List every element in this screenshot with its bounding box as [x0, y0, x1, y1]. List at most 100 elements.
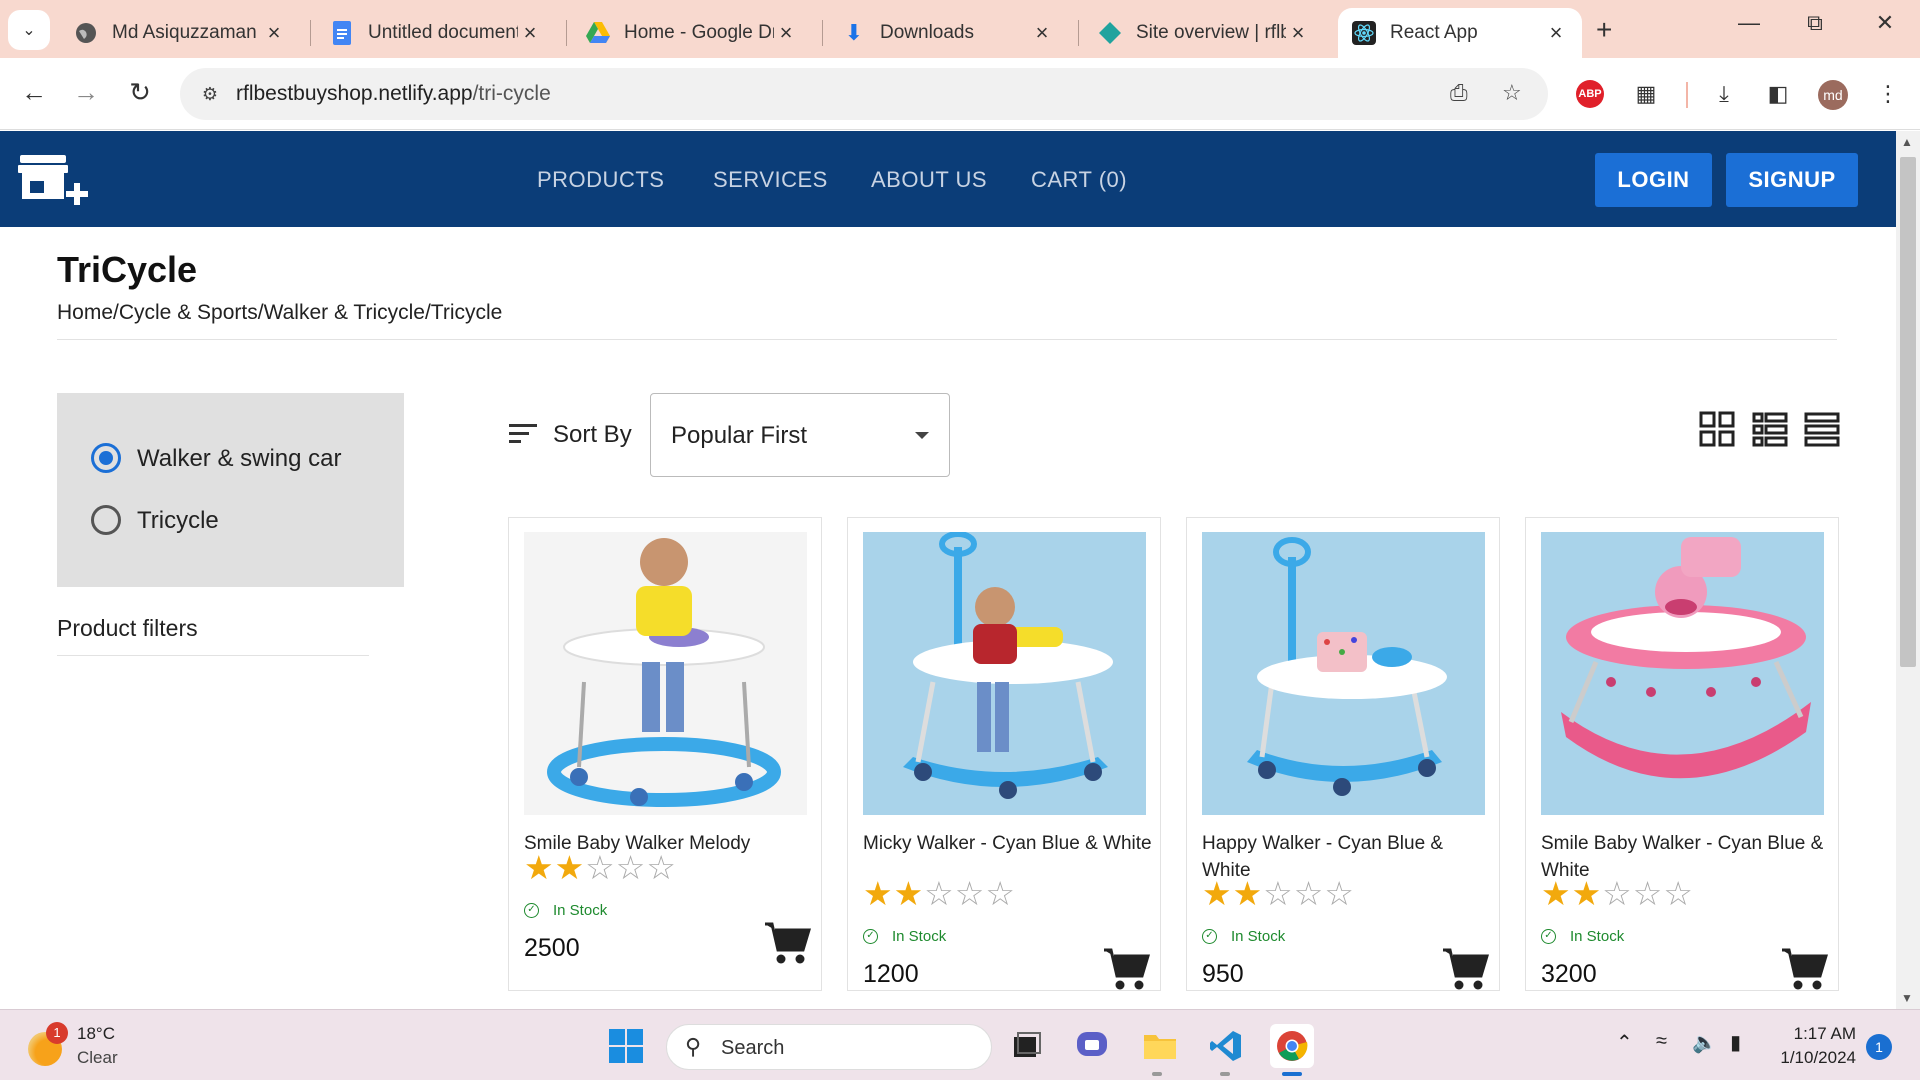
tab-title: Home - Google Dr	[624, 22, 774, 43]
forward-icon[interactable]: →	[66, 72, 106, 112]
taskbar-search-label: Search	[721, 1037, 785, 1059]
side-panel-icon[interactable]: ◧	[1762, 78, 1794, 110]
close-icon[interactable]: ×	[1030, 20, 1054, 46]
tab-title: React App	[1390, 22, 1478, 43]
scroll-down-icon[interactable]: ▼	[1901, 991, 1913, 1005]
reload-icon[interactable]: ↻	[120, 72, 160, 112]
minimize-icon[interactable]: —	[1724, 10, 1774, 36]
vscode-icon[interactable]	[1204, 1024, 1248, 1068]
address-bar[interactable]: ⚙ rflbestbuyshop.netlify.app/tri-cycle ⎙…	[180, 68, 1548, 120]
add-to-cart-icon[interactable]	[1441, 946, 1490, 992]
browser-tab[interactable]: Untitled document ×	[316, 8, 556, 58]
url-text[interactable]: rflbestbuyshop.netlify.app/tri-cycle	[236, 82, 551, 106]
product-image[interactable]	[524, 532, 807, 815]
browser-tab[interactable]: ⬇ Downloads ×	[828, 8, 1068, 58]
signup-button[interactable]: SIGNUP	[1726, 153, 1858, 207]
weather-condition[interactable]: Clear	[77, 1048, 118, 1068]
windows-start-icon[interactable]	[604, 1024, 648, 1068]
add-to-cart-icon[interactable]	[1780, 946, 1829, 992]
browser-tab[interactable]: Home - Google Dr ×	[572, 8, 812, 58]
chrome-icon[interactable]	[1270, 1024, 1314, 1068]
page-scrollbar[interactable]: ▲ ▼	[1896, 131, 1920, 1009]
product-card[interactable]: Micky Walker - Cyan Blue & White ★★☆☆☆ ✓…	[847, 517, 1161, 991]
list-view-icon[interactable]	[1752, 411, 1788, 447]
product-image[interactable]	[1202, 532, 1485, 815]
scroll-up-icon[interactable]: ▲	[1901, 135, 1913, 149]
radio-tricycle[interactable]	[91, 505, 121, 535]
store-logo-icon[interactable]	[18, 153, 88, 213]
grid-view-icon[interactable]	[1699, 411, 1735, 447]
taskbar-search[interactable]: ⚲ Search	[666, 1024, 992, 1070]
close-icon[interactable]: ×	[774, 20, 798, 46]
site-header: PRODUCTS SERVICES ABOUT US CART (0) LOGI…	[0, 131, 1896, 227]
add-to-cart-icon[interactable]	[1102, 946, 1151, 992]
compact-list-view-icon[interactable]	[1804, 411, 1840, 447]
downloads-icon[interactable]: ⤓	[1708, 78, 1740, 110]
new-tab-button[interactable]: +	[1596, 14, 1612, 46]
close-icon[interactable]: ×	[1286, 20, 1310, 46]
product-card[interactable]: Happy Walker - Cyan Blue & White ★★☆☆☆ ✓…	[1186, 517, 1500, 991]
docs-icon	[330, 21, 354, 45]
close-icon[interactable]: ×	[262, 20, 286, 46]
windows-taskbar: 1 18°C Clear ⚲ Search ⌃ ≈ 🔈 ▮ 1:17 AM 1/…	[0, 1009, 1920, 1080]
close-icon[interactable]: ×	[518, 20, 542, 46]
site-info-icon[interactable]: ⚙	[196, 80, 224, 108]
extensions-puzzle-icon[interactable]: ▦	[1630, 78, 1662, 110]
tab-title: Untitled document	[368, 22, 518, 43]
radio-walker[interactable]	[91, 443, 121, 473]
breadcrumb[interactable]: Home/Cycle & Sports/Walker & Tricycle/Tr…	[57, 301, 502, 325]
wifi-icon[interactable]: ≈	[1656, 1030, 1667, 1053]
product-image[interactable]	[863, 532, 1146, 815]
product-image[interactable]	[1541, 532, 1824, 815]
rating-stars: ★★☆☆☆	[1541, 875, 1694, 912]
radio-label-walker[interactable]: Walker & swing car	[137, 445, 342, 473]
chrome-menu-icon[interactable]: ⋮	[1872, 78, 1904, 110]
bookmark-star-icon[interactable]: ☆	[1502, 80, 1522, 106]
download-icon: ⬇	[844, 20, 864, 45]
scrollbar-thumb[interactable]	[1900, 157, 1916, 667]
product-name[interactable]: Micky Walker - Cyan Blue & White	[863, 830, 1153, 857]
divider	[57, 339, 1837, 340]
notification-badge[interactable]: 1	[1866, 1034, 1892, 1060]
adblock-plus-icon[interactable]: ABP	[1576, 80, 1604, 108]
window-close-icon[interactable]: ✕	[1860, 10, 1910, 36]
sort-select[interactable]: Popular First	[650, 393, 950, 477]
product-card[interactable]: Smile Baby Walker - Cyan Blue & White ★★…	[1525, 517, 1839, 991]
product-price: 2500	[524, 934, 580, 962]
task-view-icon[interactable]	[1004, 1024, 1048, 1068]
nav-services[interactable]: SERVICES	[713, 167, 828, 193]
browser-tab[interactable]: Md Asiquzzaman ×	[60, 8, 300, 58]
stock-status: ✓ In Stock	[524, 902, 607, 919]
volume-icon[interactable]: 🔈	[1692, 1030, 1717, 1055]
drive-icon	[586, 21, 610, 45]
close-icon[interactable]: ×	[1544, 20, 1568, 46]
install-app-icon[interactable]: ⎙	[1450, 80, 1468, 106]
battery-icon[interactable]: ▮	[1730, 1030, 1741, 1055]
product-filters-heading[interactable]: Product filters	[57, 615, 198, 642]
sort-icon	[509, 424, 537, 448]
weather-temp[interactable]: 18°C	[77, 1024, 115, 1044]
tab-search-button[interactable]: ⌄	[8, 10, 50, 50]
browser-tab-strip: ⌄ Md Asiquzzaman × Untitled document × H…	[0, 0, 1920, 58]
browser-tab-active[interactable]: React App ×	[1338, 8, 1582, 58]
chevron-up-icon[interactable]: ⌃	[1616, 1030, 1633, 1055]
restore-icon[interactable]: ⧉	[1790, 10, 1840, 36]
teams-chat-icon[interactable]	[1070, 1024, 1114, 1068]
product-card[interactable]: Smile Baby Walker Melody ★★☆☆☆ ✓ In Stock…	[508, 517, 822, 991]
profile-avatar[interactable]: md	[1818, 80, 1848, 110]
tab-title: Downloads	[880, 22, 974, 43]
radio-label-tricycle[interactable]: Tricycle	[137, 507, 219, 535]
browser-tab[interactable]: Site overview | rflb ×	[1084, 8, 1324, 58]
nav-products[interactable]: PRODUCTS	[537, 167, 664, 193]
stock-status: ✓ In Stock	[863, 928, 946, 945]
back-icon[interactable]: ←	[14, 72, 54, 112]
globe-icon	[74, 21, 98, 45]
login-button[interactable]: LOGIN	[1595, 153, 1712, 207]
nav-about-us[interactable]: ABOUT US	[871, 167, 987, 193]
file-explorer-icon[interactable]	[1138, 1024, 1182, 1068]
tab-title: Md Asiquzzaman	[112, 22, 257, 43]
clock[interactable]: 1:17 AM 1/10/2024	[1774, 1022, 1856, 1070]
nav-cart[interactable]: CART (0)	[1031, 167, 1127, 193]
chevron-down-icon: ⌄	[22, 22, 36, 39]
add-to-cart-icon[interactable]	[763, 920, 812, 966]
